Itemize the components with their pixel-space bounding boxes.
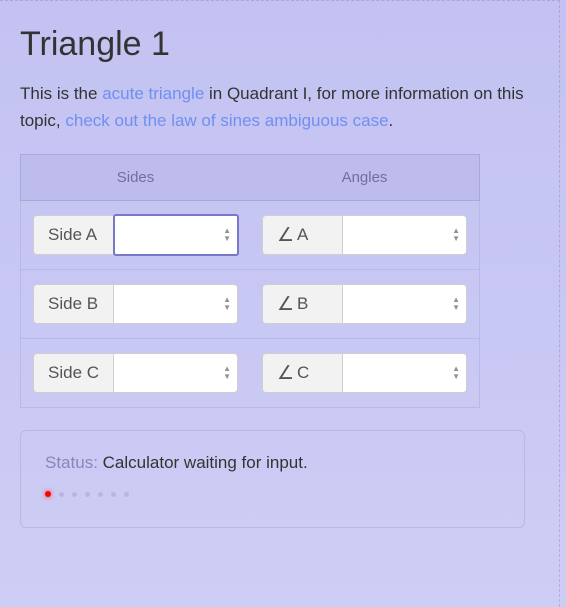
angle-icon: ∠ <box>277 295 294 314</box>
intro-text-1: This is the <box>20 84 102 103</box>
acute-triangle-link[interactable]: acute triangle <box>102 84 204 103</box>
angle-b-input[interactable]: ▲▼ <box>342 284 467 324</box>
progress-dot <box>98 492 103 497</box>
progress-dot <box>45 491 51 497</box>
angle-b-label: ∠B <box>262 284 342 324</box>
status-label: Status: <box>45 453 98 472</box>
progress-dot <box>124 492 129 497</box>
side-c-label: Side C <box>33 353 113 393</box>
page-title: Triangle 1 <box>20 25 539 64</box>
progress-dot <box>85 492 90 497</box>
progress-dots <box>45 491 500 497</box>
col-header-angles: Angles <box>250 154 480 201</box>
inputs-table: Sides Angles Side A ▲▼ ∠A <box>20 154 480 408</box>
spinner-icon: ▲▼ <box>452 365 460 381</box>
spinner-icon: ▲▼ <box>452 296 460 312</box>
intro-text-3: . <box>389 111 394 130</box>
side-b-label: Side B <box>33 284 113 324</box>
status-text: Calculator waiting for input. <box>103 453 308 472</box>
progress-dot <box>59 492 64 497</box>
spinner-icon: ▲▼ <box>452 227 460 243</box>
spinner-icon: ▲▼ <box>223 365 231 381</box>
angle-c-input[interactable]: ▲▼ <box>342 353 467 393</box>
angle-icon: ∠ <box>277 364 294 383</box>
progress-dot <box>72 492 77 497</box>
status-panel: Status: Calculator waiting for input. <box>20 430 525 528</box>
angle-a-input[interactable]: ▲▼ <box>342 215 467 255</box>
angle-a-label: ∠A <box>262 215 342 255</box>
intro-text: This is the acute triangle in Quadrant I… <box>20 80 539 134</box>
spinner-icon: ▲▼ <box>223 296 231 312</box>
side-c-input[interactable]: ▲▼ <box>113 353 238 393</box>
progress-dot <box>111 492 116 497</box>
col-header-sides: Sides <box>20 154 250 201</box>
angle-c-label: ∠C <box>262 353 342 393</box>
side-b-input[interactable]: ▲▼ <box>113 284 238 324</box>
spinner-icon: ▲▼ <box>223 227 231 243</box>
ambiguous-case-link[interactable]: check out the law of sines ambiguous cas… <box>65 111 388 130</box>
side-a-label: Side A <box>33 215 113 255</box>
angle-icon: ∠ <box>277 226 294 245</box>
side-a-input[interactable]: ▲▼ <box>113 214 239 256</box>
